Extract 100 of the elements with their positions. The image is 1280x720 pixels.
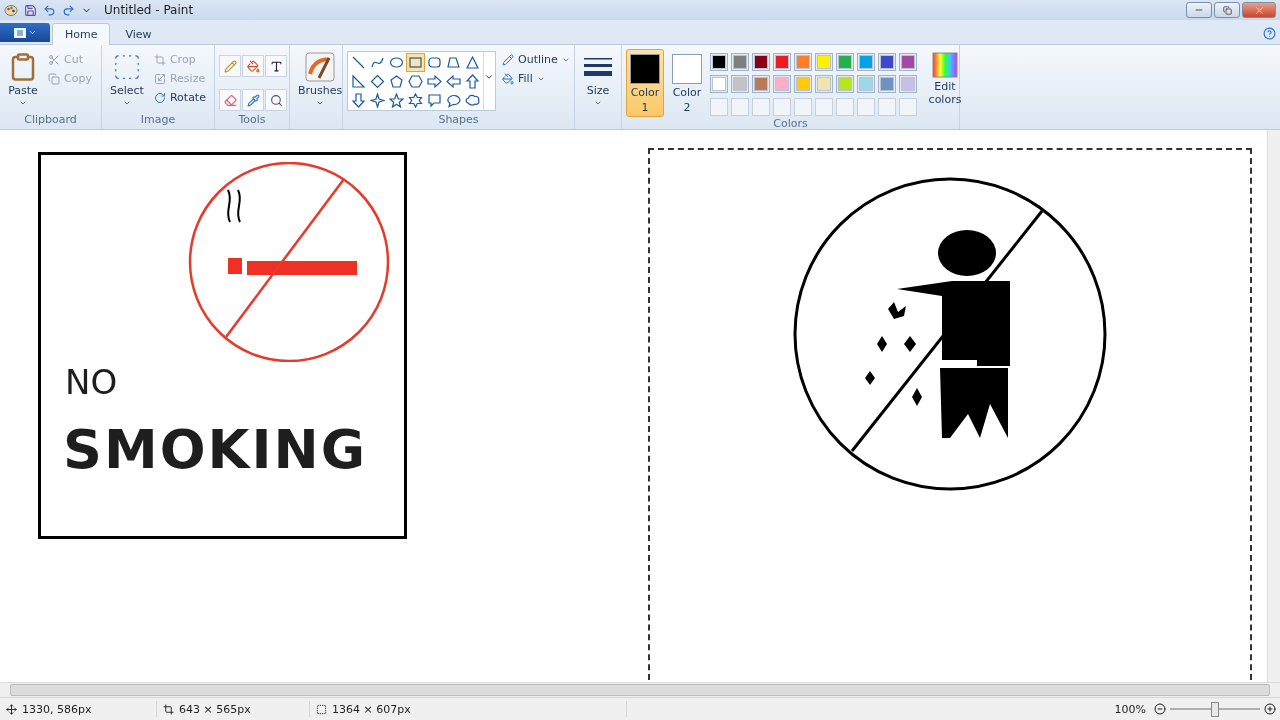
empty-color-slot[interactable] (857, 97, 875, 116)
shape-button[interactable] (387, 72, 406, 91)
outline-button[interactable]: Outline (500, 51, 572, 68)
pencil-icon (223, 59, 237, 73)
color-slot-button[interactable]: Color 2 (668, 49, 706, 117)
eraser-icon (223, 93, 237, 107)
color-picker-button[interactable] (242, 89, 264, 111)
rect-callout-icon (427, 93, 442, 108)
color-slot-number: 2 (683, 101, 691, 114)
vertical-scrollbar[interactable] (1267, 130, 1280, 682)
empty-color-slot[interactable] (731, 97, 749, 116)
shape-button[interactable] (444, 72, 463, 91)
empty-color-slot[interactable] (878, 97, 896, 116)
shape-button[interactable] (463, 53, 482, 72)
cursor-position: 1330, 586px (22, 702, 92, 716)
right-arrow-icon (427, 74, 442, 89)
color-slot-button[interactable]: Color 1 (626, 49, 664, 117)
pentagon-icon (389, 74, 404, 89)
ribbon-tab[interactable]: View (112, 23, 165, 45)
empty-color-slot[interactable] (815, 97, 833, 116)
gallery-scroll-icon[interactable] (484, 72, 494, 82)
bucket-icon (246, 59, 260, 73)
shape-button[interactable] (368, 72, 387, 91)
empty-color-slot[interactable] (899, 97, 917, 116)
brushes-button[interactable]: Brushes (294, 49, 347, 129)
copy-icon (48, 72, 60, 85)
minimize-button[interactable] (1186, 2, 1212, 18)
empty-color-slot[interactable] (752, 97, 770, 116)
resize-icon (153, 72, 166, 85)
save-icon[interactable] (24, 3, 37, 17)
group-label: Tools (238, 113, 266, 126)
five-star-icon (389, 93, 404, 108)
shape-button[interactable] (349, 72, 368, 91)
sign-text: NO (65, 362, 119, 402)
ribbon-tab[interactable]: Home (52, 23, 111, 45)
image-size: 1364 × 607px (332, 702, 411, 716)
shape-button[interactable] (349, 91, 368, 110)
fill-bucket-button[interactable] (242, 55, 264, 77)
oval-callout-icon (446, 93, 461, 108)
empty-color-slot[interactable] (773, 97, 791, 116)
undo-icon[interactable] (43, 3, 56, 17)
cut-icon (48, 53, 60, 66)
zoom-in-icon[interactable] (1264, 703, 1276, 715)
color-slot-label: Color (672, 86, 702, 99)
empty-color-slot[interactable] (794, 97, 812, 116)
up-arrow-icon (465, 74, 480, 89)
brush-icon (305, 52, 336, 82)
empty-color-slot[interactable] (836, 97, 854, 116)
group-label: Colors (773, 117, 808, 130)
shape-button[interactable] (463, 72, 482, 91)
restore-button[interactable] (1214, 2, 1240, 18)
rotate-button[interactable]: Rotate (151, 89, 208, 106)
paint-menu-button[interactable] (0, 23, 50, 42)
left-arrow-icon (446, 74, 461, 89)
shape-button[interactable] (368, 91, 387, 110)
caret-icon (316, 99, 325, 107)
shape-button[interactable] (387, 91, 406, 110)
pencil-button[interactable] (219, 55, 241, 77)
horizontal-scrollbar[interactable] (0, 682, 1280, 697)
group-label: Clipboard (24, 113, 77, 126)
help-icon[interactable] (1263, 27, 1276, 40)
pipette-icon (246, 93, 260, 107)
shape-button[interactable] (425, 91, 444, 110)
triangle-icon (465, 55, 480, 70)
close-button[interactable] (1242, 2, 1276, 18)
redo-icon[interactable] (62, 3, 75, 17)
empty-color-slot[interactable] (710, 97, 728, 116)
shape-button[interactable] (406, 91, 425, 110)
pencil-icon (502, 53, 514, 66)
caret-icon (19, 99, 27, 107)
close-icon (1253, 4, 1265, 16)
eraser-button[interactable] (219, 89, 241, 111)
cloud-callout-icon (465, 93, 480, 108)
right-triangle-icon (351, 74, 366, 89)
diamond-icon (370, 74, 385, 89)
paste-button[interactable]: Paste (4, 49, 42, 113)
shape-button[interactable] (406, 72, 425, 91)
six-star-icon (408, 93, 423, 108)
shape-button[interactable] (425, 72, 444, 91)
select-button[interactable]: Select (106, 49, 148, 113)
zoom-slider-thumb[interactable] (1211, 701, 1219, 717)
magnifier-button[interactable] (265, 89, 287, 111)
rotate-icon (153, 91, 166, 104)
rectangle-icon (408, 55, 423, 70)
size-button[interactable]: Size (579, 49, 617, 129)
paint-app-icon[interactable] (4, 3, 18, 17)
bucket-icon (502, 72, 514, 85)
edit-colors-button[interactable]: Edit colors (921, 49, 969, 117)
color-slot-label: Color (630, 86, 660, 99)
crop-icon (153, 53, 166, 66)
document-icon (13, 27, 26, 38)
selection-size: 643 × 565px (179, 702, 251, 716)
text-button[interactable] (265, 55, 287, 77)
line-icon (351, 55, 366, 70)
fill-button[interactable]: Fill (500, 70, 572, 87)
caret-icon (122, 99, 131, 107)
curve-icon (370, 55, 385, 70)
text-icon (269, 59, 283, 73)
zoom-out-icon[interactable] (1154, 703, 1166, 715)
image-size-icon (316, 703, 327, 715)
